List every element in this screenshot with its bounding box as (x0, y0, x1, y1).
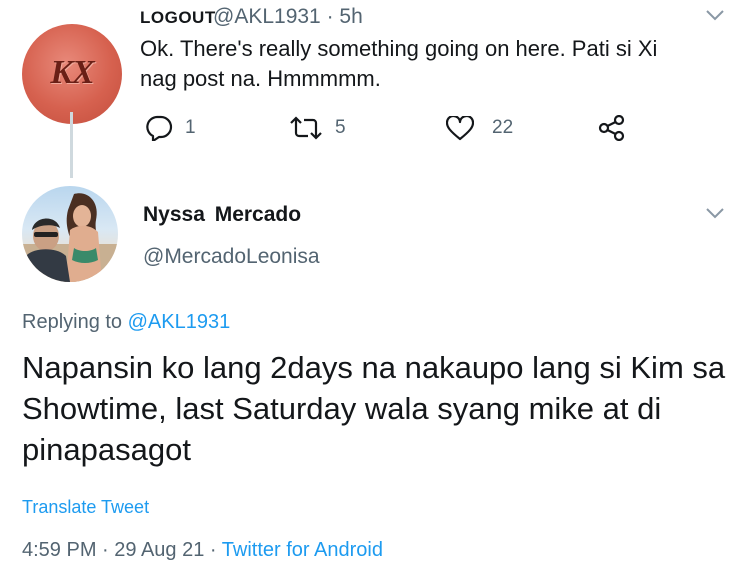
tweet-timestamp[interactable]: 4:59 PM · 29 Aug 21 · (22, 539, 217, 561)
tweet-meta: 4:59 PM · 29 Aug 21 · Twitter for Androi… (22, 539, 383, 562)
author-handle-and-time[interactable]: @AKL1931 · 5h (213, 5, 363, 29)
replying-to: Replying to @AKL1931 (22, 311, 230, 334)
retweet-button[interactable]: 5 (289, 115, 346, 141)
tweet-source-link[interactable]: Twitter for Android (222, 539, 383, 561)
replying-to-handle-link[interactable]: @AKL1931 (128, 311, 231, 333)
like-button[interactable]: 22 (446, 115, 513, 141)
reply-author-handle[interactable]: @MercadoLeonisa (143, 245, 320, 269)
like-icon (446, 115, 474, 140)
profile-photo (22, 193, 118, 282)
tweet-time: · 5h (326, 5, 363, 28)
tweet-text: Ok. There's really something going on he… (140, 36, 658, 91)
translate-tweet-link[interactable]: Translate Tweet (22, 497, 149, 518)
reply-tweet-text: Napansin ko lang 2days na nakaupo lang s… (22, 350, 726, 467)
share-button[interactable] (598, 115, 626, 141)
avatar-logout[interactable]: KX (22, 24, 122, 124)
reply-count: 1 (185, 117, 196, 138)
share-icon (598, 115, 625, 141)
chevron-down-icon[interactable] (706, 208, 724, 219)
thread-line (70, 112, 73, 178)
replying-to-prefix: Replying to (22, 311, 123, 333)
author-handle[interactable]: @AKL1931 (213, 5, 321, 28)
like-count: 22 (492, 117, 514, 138)
avatar-text: KX (50, 54, 94, 91)
avatar-nyssa-mercado[interactable] (22, 186, 118, 282)
author-name[interactable]: LOGOUT (140, 8, 216, 28)
chevron-down-icon[interactable] (706, 10, 724, 21)
retweet-icon (290, 116, 322, 140)
reply-button[interactable]: 1 (145, 115, 196, 141)
retweet-count: 5 (335, 117, 346, 138)
reply-author-name[interactable]: Nyssa Mercado (143, 203, 301, 227)
reply-icon (146, 115, 173, 141)
